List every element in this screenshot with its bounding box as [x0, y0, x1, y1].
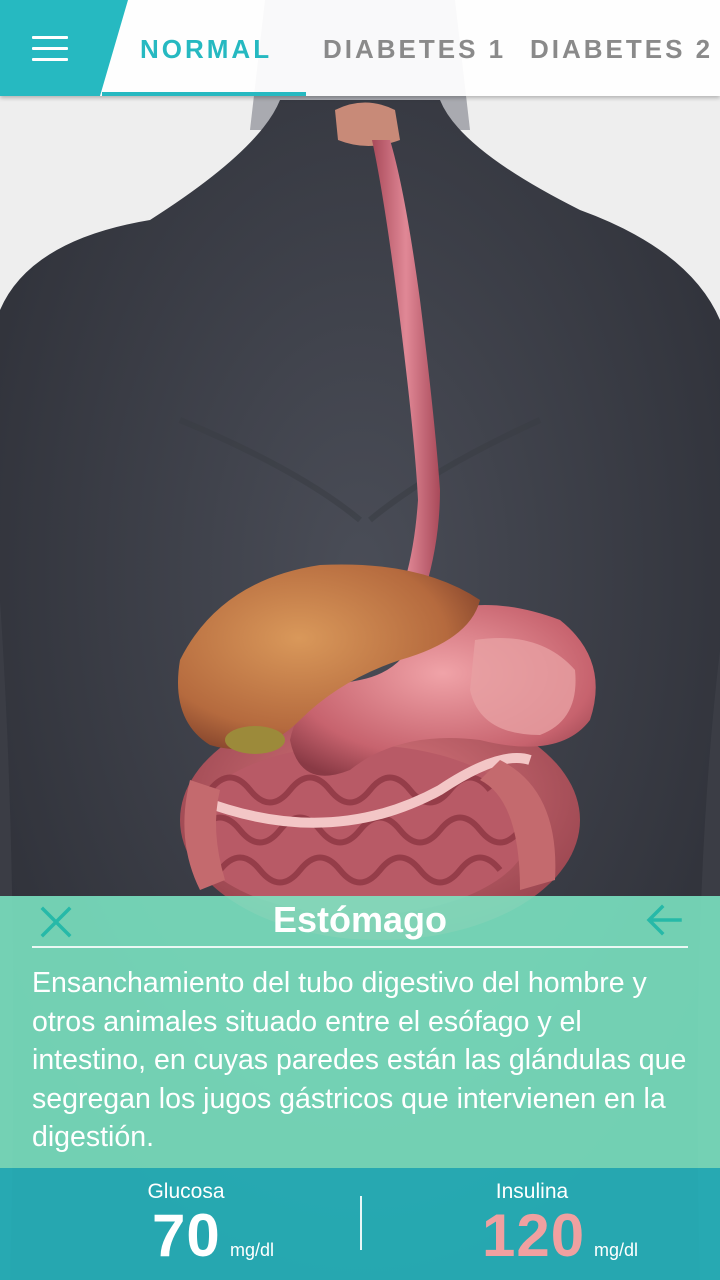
glucose-unit: mg/dl — [230, 1240, 275, 1260]
active-tab-indicator — [102, 92, 306, 96]
arrow-back-icon[interactable] — [644, 902, 684, 938]
tab-normal[interactable]: NORMAL — [140, 32, 272, 66]
close-icon[interactable] — [38, 904, 74, 940]
organ-description: Ensanchamiento del tubo digestivo del ho… — [32, 967, 687, 1153]
menu-line-top — [32, 36, 68, 39]
menu-line-middle — [32, 47, 68, 50]
menu-block — [0, 0, 128, 96]
glucose-value: 70 — [152, 1202, 221, 1269]
top-app-bar: NORMAL DIABETES 1 DIABETES 2 — [0, 0, 720, 96]
hamburger-menu-icon[interactable] — [32, 36, 68, 62]
insulin-value: 120 — [482, 1202, 586, 1269]
organ-title: Estómago — [272, 899, 448, 940]
insulin-unit: mg/dl — [594, 1240, 639, 1260]
stats-divider — [360, 1196, 362, 1250]
menu-line-bottom — [32, 58, 68, 61]
tab-diabetes-1[interactable]: DIABETES 1 — [323, 32, 506, 66]
tab-diabetes-2[interactable]: DIABETES 2 — [530, 32, 713, 66]
info-divider — [32, 946, 688, 948]
